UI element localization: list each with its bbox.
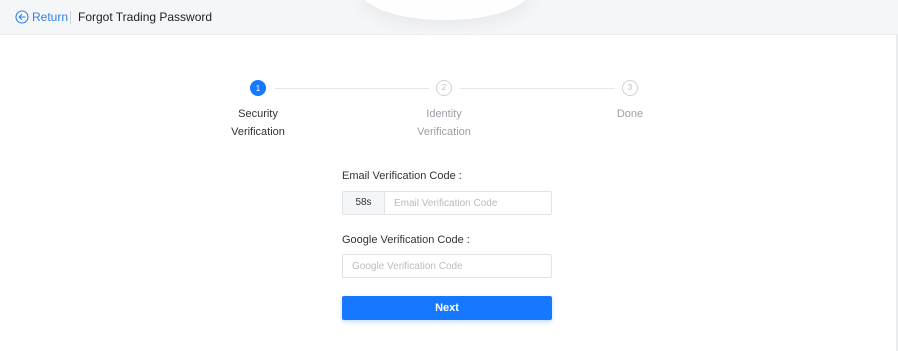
page-title: Forgot Trading Password bbox=[78, 10, 213, 24]
resend-countdown[interactable]: 58s bbox=[343, 192, 385, 214]
step-number-1: 1 bbox=[250, 80, 266, 96]
next-button[interactable]: Next bbox=[342, 296, 552, 320]
step-label-done: Done bbox=[580, 105, 680, 123]
step-done: 3 Done bbox=[580, 80, 680, 123]
step-label-security: Security Verification bbox=[208, 105, 308, 141]
email-code-label: Email Verification Code : bbox=[342, 170, 462, 182]
step-number-3: 3 bbox=[622, 80, 638, 96]
header-divider bbox=[70, 11, 71, 24]
step-security-verification: 1 Security Verification bbox=[208, 80, 308, 141]
step-label-line: Security bbox=[238, 108, 278, 120]
arrow-left-circle-icon bbox=[15, 10, 29, 24]
step-label-line: Done bbox=[616, 108, 644, 120]
step-label-line: Verification bbox=[417, 126, 471, 138]
step-identity-verification: 2 Identity Verification bbox=[394, 80, 494, 141]
email-code-input[interactable] bbox=[385, 193, 551, 213]
google-code-input[interactable] bbox=[343, 256, 551, 276]
return-button[interactable]: Return bbox=[15, 9, 68, 25]
google-code-label: Google Verification Code : bbox=[342, 234, 470, 246]
step-label-line: Verification bbox=[231, 126, 285, 138]
step-label-identity: Identity Verification bbox=[394, 105, 494, 141]
step-label-line: Identity bbox=[426, 108, 462, 120]
header-decoration bbox=[360, 0, 530, 20]
step-number-2: 2 bbox=[436, 80, 452, 96]
return-label: Return bbox=[32, 10, 69, 24]
page-header: Return Forgot Trading Password bbox=[0, 0, 898, 35]
google-code-field bbox=[342, 254, 552, 278]
email-code-field: 58s bbox=[342, 191, 552, 215]
